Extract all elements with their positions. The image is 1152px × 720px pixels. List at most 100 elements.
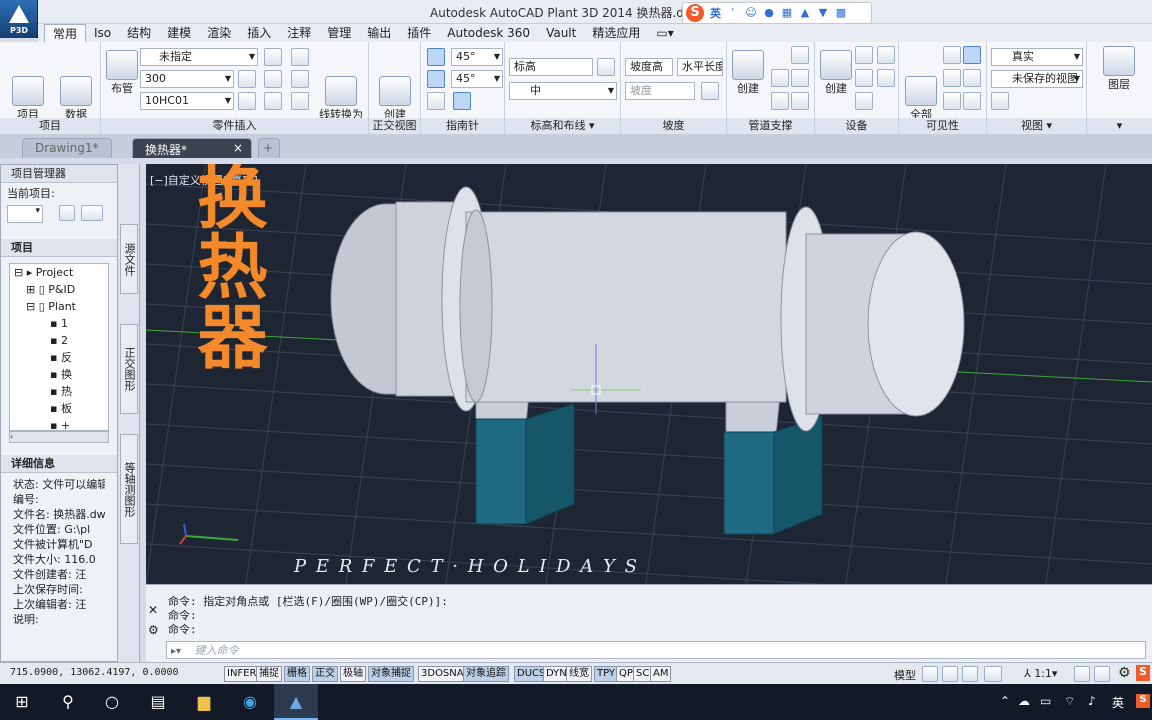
file-explorer-icon[interactable]: ▆ [182,684,226,720]
toggle-otrack[interactable]: 对象追踪 [463,666,509,682]
tool-icon[interactable] [855,69,873,87]
browser-icon[interactable]: ◉ [228,684,272,720]
tray-chevron-icon[interactable]: ⌃ [1000,694,1010,708]
layout-icon[interactable] [962,666,978,682]
slope-rise-input[interactable]: 坡度高 [625,58,673,76]
tool-icon[interactable] [963,69,981,87]
punct-icon[interactable]: ʾ [727,7,739,19]
tray-app-icon[interactable]: ☁ [1018,694,1030,708]
tree-item[interactable]: ▪ 反 [10,349,108,366]
command-input[interactable]: ▸▾ 键入命令 [166,641,1146,659]
mic-icon[interactable]: ● [763,7,775,19]
tool-icon[interactable] [877,46,895,64]
annotation-scale[interactable]: ⅄ 1:1▾ [1024,667,1057,680]
toggle-lineweight[interactable]: 线宽 [566,666,592,682]
slope-run-input[interactable]: 水平长度 [677,58,723,76]
tab-vault[interactable]: Vault [538,24,584,42]
emoji-icon[interactable]: ☺ [745,7,757,19]
toggle-ortho[interactable]: 正交 [312,666,338,682]
tool-icon[interactable] [963,46,981,64]
doc-tab-heat-exchanger[interactable]: 换热器* × [132,138,252,158]
ime-language[interactable]: 英 [710,5,721,21]
elevation-input[interactable]: 标高 [509,58,593,76]
tab-manage[interactable]: 管理 [319,24,359,42]
tab-home[interactable]: 常用 [44,24,87,42]
visual-style-combo[interactable]: 真实 ▼ [991,48,1083,66]
panel-expand-icon[interactable]: ▾ [1087,118,1152,134]
tab-autodesk360[interactable]: Autodesk 360 [439,24,538,42]
layers-button[interactable]: 图层 [1097,46,1141,91]
create-support-button[interactable]: 创建 [731,50,765,95]
viewcube-icon[interactable] [991,92,1009,110]
tool-icon[interactable] [943,69,961,87]
tree-item[interactable]: ▪ 板 [10,400,108,417]
project-tree[interactable]: ⊟ ▸ Project ⊞ ▯ P&ID ⊟ ▯ Plant ▪ 1 ▪ 2 ▪… [9,263,109,431]
keyboard-icon[interactable]: ▦ [781,7,793,19]
wifi-icon[interactable]: ⌔ [1064,694,1075,709]
tree-item[interactable]: ⊞ ▯ P&ID [10,281,108,298]
sogou-icon[interactable]: S [686,4,704,22]
tool-icon[interactable] [791,92,809,110]
tree-item[interactable]: ▪ 2 [10,332,108,349]
tool-icon[interactable] [291,70,309,88]
tab-structure[interactable]: 结构 [119,24,159,42]
network-icon[interactable]: ▭ [1040,694,1051,708]
current-project-combo[interactable]: ▾ [7,205,43,223]
saved-view-combo[interactable]: 未保存的视图 ▼ [991,70,1083,88]
tool-icon[interactable] [771,92,789,110]
tree-item[interactable]: ▪ 热 [10,383,108,400]
windows-start-icon[interactable]: ⊞ [0,684,44,720]
compass-snap-icon[interactable] [427,70,445,88]
tab-insert[interactable]: 插入 [239,24,279,42]
tool-icon[interactable] [877,69,895,87]
slope-input[interactable]: 坡度 [625,82,695,100]
toggle-snap[interactable]: 捕捉 [256,666,282,682]
tool-icon[interactable] [791,69,809,87]
auto-scale-icon[interactable] [1094,666,1110,682]
wrench-icon[interactable]: ⚙ [148,623,159,637]
tab-featured-apps[interactable]: 精选应用 [584,24,648,42]
toggle-grid[interactable]: 栅格 [284,666,310,682]
angle-combo-1[interactable]: 45° ▼ [451,48,503,66]
tool-icon[interactable] [791,46,809,64]
sogou-icon[interactable]: S [1136,665,1150,681]
route-pipe-button[interactable]: 布管 [105,50,139,95]
project-props-icon[interactable] [59,205,75,221]
tab-render[interactable]: 渲染 [199,24,239,42]
application-menu-button[interactable]: P3D [0,0,38,38]
tab-annotate[interactable]: 注释 [279,24,319,42]
tree-hscrollbar[interactable]: ‹ [9,431,109,443]
search-icon[interactable]: ⚲ [46,684,90,720]
close-icon[interactable]: ✕ [148,603,158,617]
task-view-icon[interactable]: ▤ [136,684,180,720]
annotation-visibility-icon[interactable] [1074,666,1090,682]
ribbon-minimize-icon[interactable]: ▭▾ [648,24,681,42]
tool-icon[interactable] [291,48,309,66]
close-icon[interactable]: × [233,141,243,155]
tool-icon[interactable] [855,46,873,64]
toggle-tpy[interactable]: TPY [594,666,619,682]
tool-icon[interactable] [771,69,789,87]
grid-icon[interactable]: ▩ [835,7,847,19]
model-space-label[interactable]: 模型 [894,667,916,683]
layout-icon[interactable] [984,666,1002,682]
compass-toggle-icon[interactable] [427,48,445,66]
exchanger-shell[interactable] [330,186,965,432]
tree-item[interactable]: ▪ + [10,417,108,430]
tab-output[interactable]: 输出 [359,24,399,42]
toggle-polar[interactable]: 极轴 [340,666,366,682]
tool-icon[interactable] [963,92,981,110]
project-setup-icon[interactable] [81,205,103,221]
spec-combo[interactable]: 未指定 ▼ [140,48,258,66]
tool-icon[interactable] [264,70,282,88]
tool-icon[interactable] [238,92,256,110]
drawing-viewport[interactable]: [−]自定义视图][真实] 换热器 P E R F E C T · H O L … [146,164,1152,584]
size-combo[interactable]: 300 ▼ [140,70,234,88]
tab-ortho-drawings[interactable]: 正交图形 [120,324,138,414]
slope-toggle-icon[interactable] [701,82,719,100]
tree-item[interactable]: ▪ 换 [10,366,108,383]
angle-combo-2[interactable]: 45° ▼ [451,70,503,88]
justification-combo[interactable]: 中 ▼ [509,82,617,100]
elevation-pick-icon[interactable] [597,58,615,76]
toggle-am[interactable]: AM [650,666,672,682]
